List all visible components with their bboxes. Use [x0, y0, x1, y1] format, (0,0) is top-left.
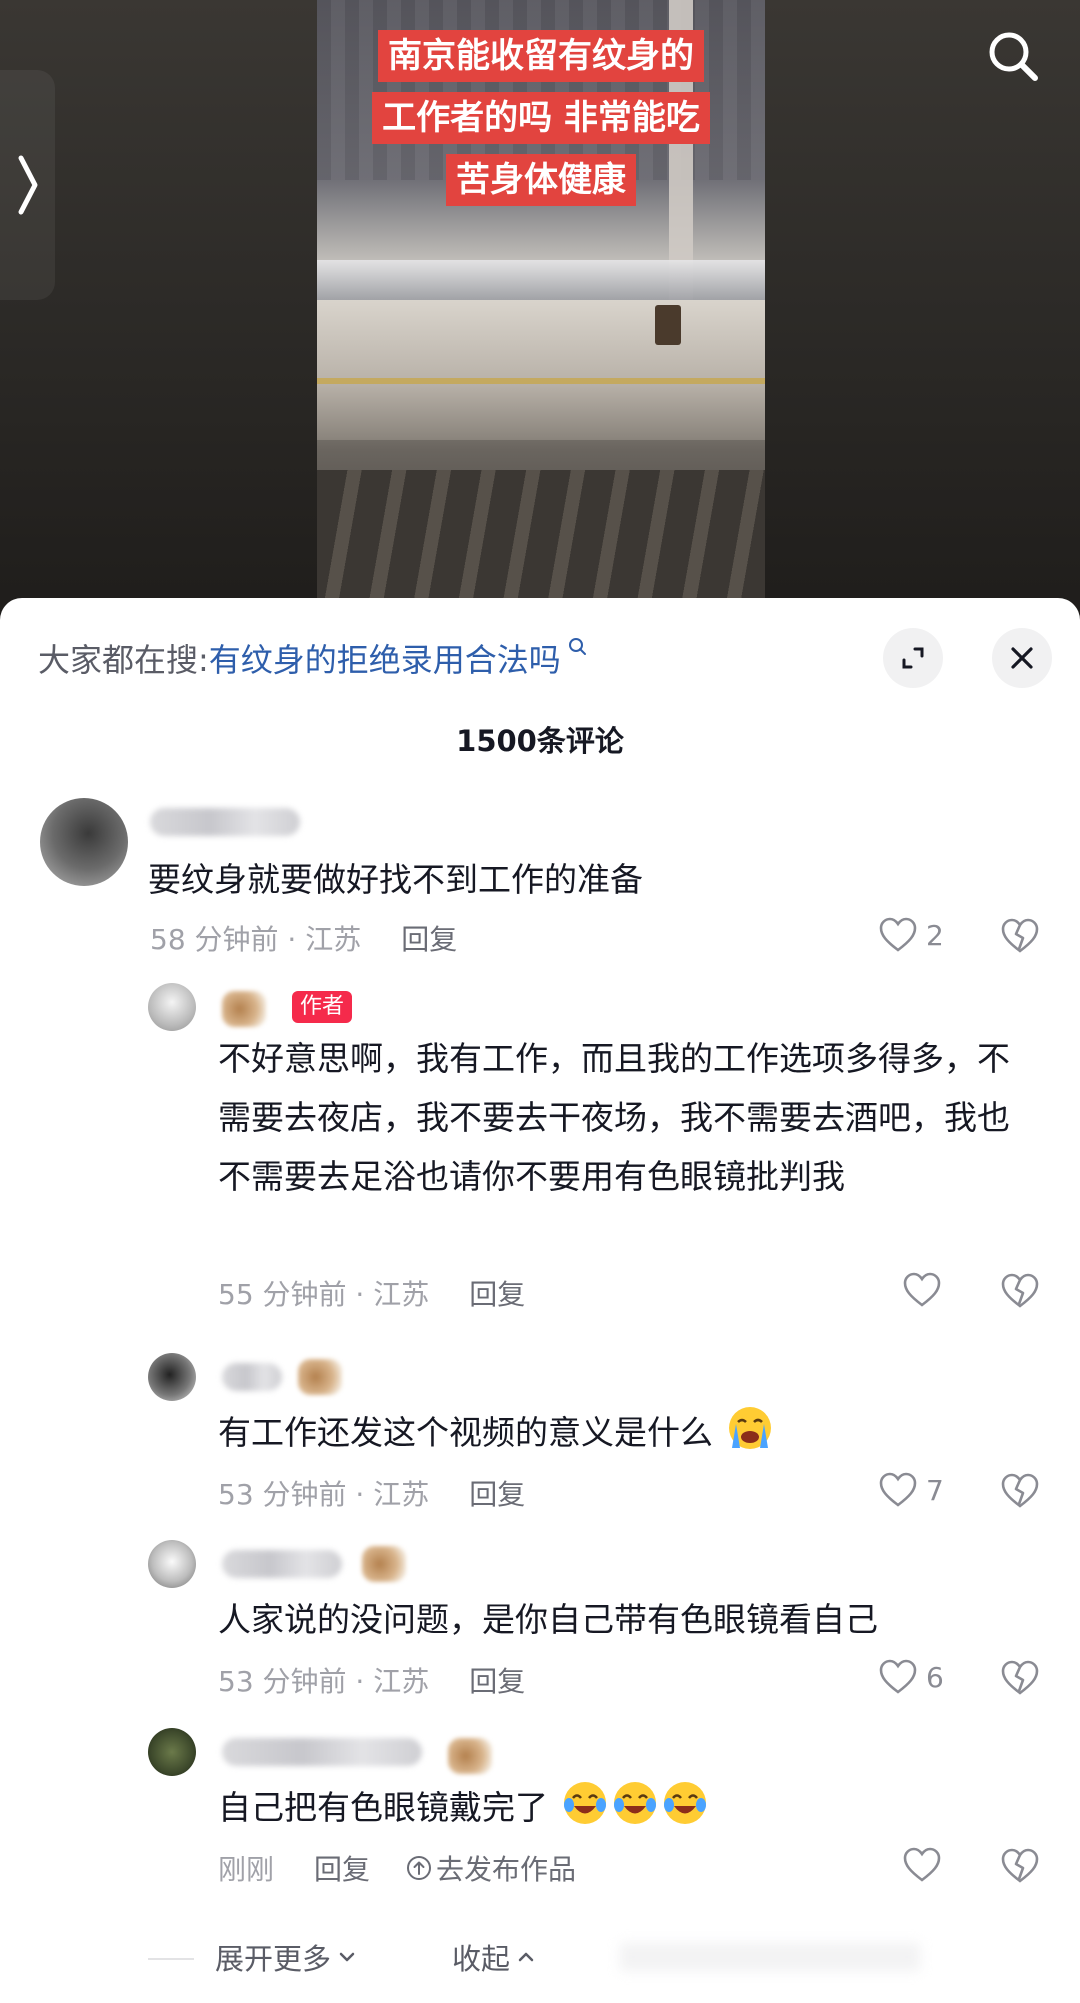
- comment-time: 刚刚: [218, 1853, 275, 1886]
- comment-text: 要纹身就要做好找不到工作的准备: [148, 860, 643, 899]
- caption-line-3: 苦身体健康: [446, 154, 636, 206]
- like-button[interactable]: [902, 1846, 942, 1884]
- comment-meta: 58 分钟前 · 江苏 回复: [150, 918, 457, 958]
- heart-icon: [879, 1659, 917, 1694]
- avatar[interactable]: [148, 983, 196, 1031]
- like-count: 7: [926, 1473, 944, 1507]
- like-count: 2: [926, 918, 944, 952]
- caption-line-1: 南京能收留有纹身的: [378, 30, 704, 82]
- search-icon: [568, 638, 586, 655]
- heart-icon: [879, 1472, 917, 1507]
- close-button[interactable]: [992, 628, 1052, 688]
- tears-of-joy-icon: [613, 1782, 656, 1824]
- avatar[interactable]: [40, 798, 128, 886]
- publish-work-button[interactable]: 去发布作品: [406, 1848, 576, 1888]
- broken-heart-icon[interactable]: [1000, 1271, 1040, 1311]
- username-emoji-redacted: [448, 1738, 492, 1774]
- watermark-redacted: [620, 1943, 920, 1971]
- comment-count: 1500条评论: [456, 724, 624, 758]
- like-count: 6: [926, 1660, 944, 1694]
- username-redacted[interactable]: [222, 1550, 342, 1578]
- chevron-left-icon: [18, 155, 37, 215]
- chevron-up-icon: [518, 1952, 534, 1962]
- search-suggestion[interactable]: 大家都在搜: 有纹身的拒绝录用合法吗: [38, 635, 589, 681]
- loudly-crying-face-icon: [728, 1407, 771, 1449]
- close-icon: [1011, 647, 1033, 669]
- avatar[interactable]: [148, 1540, 196, 1588]
- trash-bin: [655, 305, 681, 345]
- search-suggestion-term[interactable]: 有纹身的拒绝录用合法吗: [209, 635, 561, 681]
- avatar[interactable]: [148, 1353, 196, 1401]
- reply-button[interactable]: 回复: [469, 1473, 525, 1513]
- comment-meta: 刚刚 回复 去发布作品: [218, 1848, 576, 1888]
- expand-more-button[interactable]: 展开更多: [215, 1936, 359, 1978]
- reply-item: 人家说的没问题，是你自己带有色眼镜看自己 53 分钟前 · 江苏 回复 6: [0, 1540, 1080, 1700]
- reply-button[interactable]: 回复: [401, 918, 457, 958]
- comment-meta: 53 分钟前 · 江苏 回复: [218, 1660, 525, 1700]
- comment-time: 53 分钟前 · 江苏: [218, 1478, 430, 1511]
- username-redacted[interactable]: [222, 1363, 282, 1391]
- comment-text: 人家说的没问题，是你自己带有色眼镜看自己: [218, 1600, 878, 1639]
- tears-of-joy-icon: [663, 1782, 706, 1824]
- search-icon[interactable]: [985, 28, 1041, 84]
- author-badge: 作者: [292, 991, 353, 1023]
- station-platform: [317, 300, 765, 440]
- broken-heart-icon[interactable]: [1000, 1658, 1040, 1698]
- username-emoji-redacted: [298, 1359, 342, 1395]
- comment-text: 不好意思啊，我有工作，而且我的工作选项多得多，不需要去夜店，我不要去干夜场，我不…: [218, 1039, 1010, 1196]
- like-button[interactable]: 6: [878, 1658, 944, 1696]
- reply-button[interactable]: 回复: [469, 1273, 525, 1313]
- heart-icon: [879, 917, 917, 952]
- reply-button[interactable]: 回复: [314, 1848, 370, 1888]
- expand-icon: [902, 647, 924, 669]
- broken-heart-icon[interactable]: [1000, 1846, 1040, 1886]
- username-redacted[interactable]: [150, 808, 300, 836]
- search-suggestion-prefix: 大家都在搜:: [38, 641, 209, 679]
- comment-time: 58 分钟前 · 江苏: [150, 923, 362, 956]
- comment-meta: 55 分钟前 · 江苏 回复: [218, 1273, 525, 1313]
- reply-item: 作者 不好意思啊，我有工作，而且我的工作选项多得多，不需要去夜店，我不要去干夜场…: [0, 983, 1080, 1311]
- reply-button[interactable]: 回复: [469, 1660, 525, 1700]
- station-train: [317, 260, 765, 300]
- collapse-button[interactable]: 收起: [452, 1936, 538, 1978]
- reply-item: 有工作还发这个视频的意义是什么 53 分钟前 · 江苏 回复 7: [0, 1353, 1080, 1513]
- chevron-down-icon: [339, 1952, 355, 1962]
- publish-work-label: 去发布作品: [436, 1853, 577, 1886]
- heart-icon: [903, 1847, 941, 1882]
- like-button[interactable]: 2: [878, 916, 944, 954]
- like-button[interactable]: [902, 1271, 942, 1309]
- username-redacted[interactable]: [222, 991, 266, 1027]
- comment-item: 要纹身就要做好找不到工作的准备 58 分钟前 · 江苏 回复 2: [0, 798, 1080, 968]
- comment-meta: 53 分钟前 · 江苏 回复: [218, 1473, 525, 1513]
- comment-time: 53 分钟前 · 江苏: [218, 1665, 430, 1698]
- comment-sheet: 大家都在搜: 有纹身的拒绝录用合法吗 1500条评论 要纹身就要做好找不到工作的…: [0, 598, 1080, 2003]
- reply-item: 自己把有色眼镜戴完了 刚刚 回复 去发布作品: [0, 1728, 1080, 1898]
- upload-icon: [407, 1856, 432, 1880]
- avatar[interactable]: [148, 1728, 196, 1776]
- tears-of-joy-icon: [563, 1782, 606, 1824]
- like-button[interactable]: 7: [878, 1471, 944, 1509]
- username-redacted[interactable]: [222, 1738, 422, 1766]
- platform-line: [317, 378, 765, 384]
- video-frame: 南京能收留有纹身的 工作者的吗 非常能吃 苦身体健康: [317, 0, 765, 600]
- collapse-label: 收起: [452, 1942, 511, 1976]
- broken-heart-icon[interactable]: [1000, 1471, 1040, 1511]
- expand-button[interactable]: [883, 628, 943, 688]
- comment-text: 有工作还发这个视频的意义是什么: [218, 1403, 774, 1462]
- comment-time: 55 分钟前 · 江苏: [218, 1278, 430, 1311]
- back-tab[interactable]: [0, 70, 55, 300]
- heart-icon: [903, 1272, 941, 1307]
- video-player[interactable]: 南京能收留有纹身的 工作者的吗 非常能吃 苦身体健康: [0, 0, 1080, 620]
- railway-track: [317, 470, 765, 600]
- username-emoji-redacted: [362, 1546, 406, 1582]
- comment-text: 自己把有色眼镜戴完了: [218, 1778, 709, 1837]
- divider: [148, 1958, 194, 1960]
- expand-more-label: 展开更多: [215, 1942, 332, 1976]
- broken-heart-icon[interactable]: [1000, 916, 1040, 956]
- caption-line-2: 工作者的吗 非常能吃: [372, 92, 710, 144]
- video-caption-overlay: 南京能收留有纹身的 工作者的吗 非常能吃 苦身体健康: [317, 30, 765, 206]
- comment-text-body: 有工作还发这个视频的意义是什么: [218, 1413, 713, 1452]
- comment-text-body: 自己把有色眼镜戴完了: [218, 1788, 548, 1827]
